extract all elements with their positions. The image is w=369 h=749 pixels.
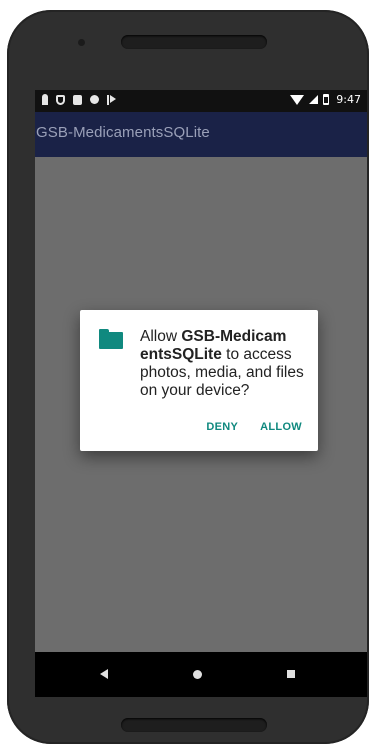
folder-icon bbox=[99, 329, 123, 349]
permission-message: Allow GSB-Medicam entsSQLite to access p… bbox=[140, 328, 310, 400]
flag-icon bbox=[107, 94, 116, 105]
status-bar: 9:47 bbox=[35, 90, 367, 112]
wifi-icon bbox=[290, 94, 305, 105]
battery-icon bbox=[323, 94, 330, 105]
phone-frame: 9:47 GSB-MedicamentsSQLite Allow GSB-Med… bbox=[7, 10, 369, 744]
app-bar: GSB-MedicamentsSQLite bbox=[35, 112, 367, 157]
screen: 9:47 GSB-MedicamentsSQLite Allow GSB-Med… bbox=[35, 90, 367, 697]
home-icon[interactable] bbox=[193, 670, 202, 679]
permission-dialog: Allow GSB-Medicam entsSQLite to access p… bbox=[80, 310, 318, 451]
navigation-bar bbox=[35, 652, 367, 697]
status-time: 9:47 bbox=[336, 93, 361, 106]
app-title: GSB-MedicamentsSQLite bbox=[36, 124, 210, 141]
circle-icon bbox=[90, 95, 99, 104]
person-icon bbox=[42, 94, 48, 105]
top-speaker bbox=[121, 35, 267, 49]
allow-button[interactable]: ALLOW bbox=[260, 421, 302, 433]
status-icons-left bbox=[42, 94, 116, 105]
shield-icon bbox=[56, 94, 65, 105]
message-prefix: Allow bbox=[140, 328, 182, 345]
camera-icon bbox=[78, 39, 85, 46]
recents-icon[interactable] bbox=[287, 670, 295, 678]
status-icons-right: 9:47 bbox=[290, 93, 361, 106]
deny-button[interactable]: DENY bbox=[206, 421, 238, 433]
bottom-speaker bbox=[121, 718, 267, 732]
signal-icon bbox=[309, 95, 319, 104]
sd-card-icon bbox=[73, 94, 82, 105]
dialog-actions: DENY ALLOW bbox=[206, 421, 302, 433]
back-icon[interactable] bbox=[100, 669, 108, 679]
